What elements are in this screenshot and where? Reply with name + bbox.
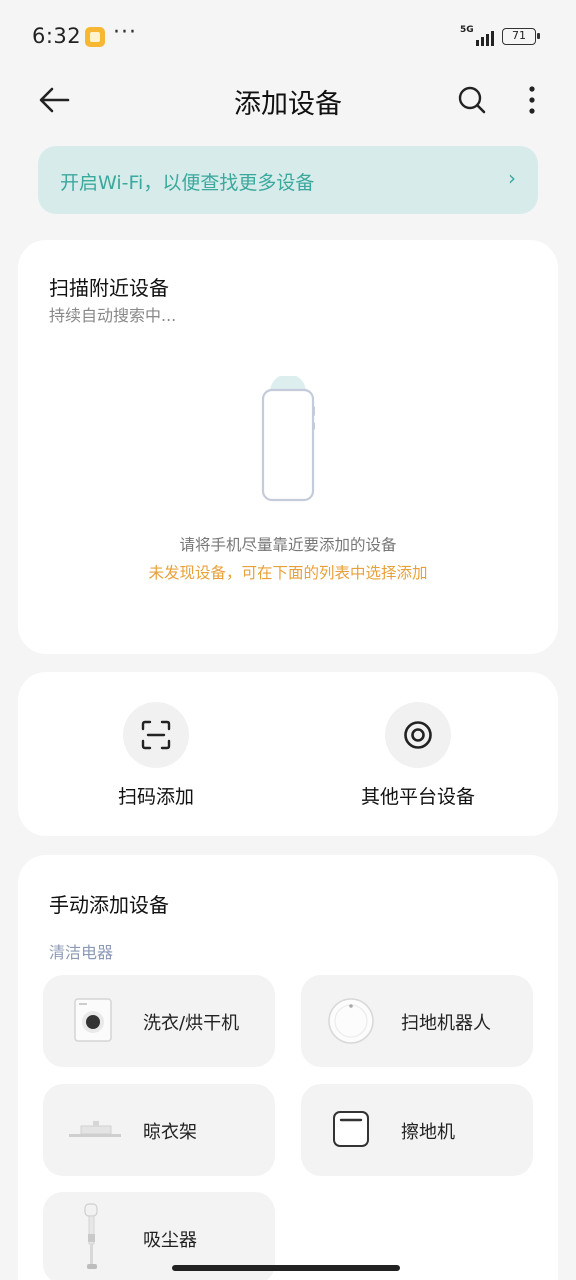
scan-code-add-button[interactable]: 扫码添加 (76, 702, 236, 812)
manual-add-title: 手动添加设备 (49, 893, 169, 917)
battery-icon: 71 (502, 28, 540, 45)
no-device-warning: 未发现设备，可在下面的列表中选择添加 (148, 564, 428, 582)
washing-machine-icon (67, 997, 119, 1045)
other-platform-devices-label: 其他平台设备 (360, 786, 475, 808)
scan-status: 持续自动搜索中... (49, 306, 177, 325)
enable-wifi-banner[interactable]: 开启Wi-Fi，以便查找更多设备 › (38, 146, 538, 214)
search-icon (458, 86, 486, 114)
device-tile-floor-scrubber[interactable]: 擦地机 (301, 1084, 533, 1176)
scan-code-add-label: 扫码添加 (117, 786, 194, 808)
notification-app-icon (85, 27, 105, 47)
scan-hint: 请将手机尽量靠近要添加的设备 (179, 536, 397, 554)
scan-nearby-card: 扫描附近设备 持续自动搜索中... 请将手机尽量靠近要添加的设备 未发现设备，可… (18, 240, 558, 654)
quick-actions-card: 扫码添加 其他平台设备 (18, 672, 558, 836)
battery-level: 71 (512, 29, 526, 42)
cellular-signal-icon: 5G (460, 25, 496, 46)
more-vertical-icon (529, 86, 535, 114)
scan-title: 扫描附近设备 (49, 276, 169, 300)
device-label: 晾衣架 (143, 1122, 197, 1143)
device-tile-clothes-rack[interactable]: 晾衣架 (43, 1084, 275, 1176)
device-tile-robot-vacuum[interactable]: 扫地机器人 (301, 975, 533, 1067)
more-options-button[interactable] (518, 82, 546, 118)
phone-illustration-icon (250, 374, 320, 506)
device-label: 洗衣/烘干机 (143, 1013, 240, 1034)
device-label: 擦地机 (401, 1122, 455, 1143)
chevron-right-icon: › (508, 166, 516, 190)
other-platform-icon (385, 702, 451, 768)
other-platform-devices-button[interactable]: 其他平台设备 (338, 702, 498, 812)
more-notifications-icon: ··· (113, 20, 137, 45)
wifi-banner-text: 开启Wi-Fi，以便查找更多设备 (60, 172, 315, 194)
status-time: 6:32 (32, 24, 82, 48)
robot-vacuum-icon (325, 997, 377, 1045)
status-bar: 6:32 ··· 5G 71 (0, 0, 576, 74)
search-button[interactable] (454, 82, 490, 118)
device-label: 扫地机器人 (401, 1013, 491, 1034)
category-cleaning-label: 清洁电器 (49, 943, 114, 962)
network-type-label: 5G (460, 25, 474, 35)
device-label: 吸尘器 (143, 1230, 197, 1251)
clothes-rack-icon (67, 1106, 121, 1154)
scan-code-icon (123, 702, 189, 768)
device-tile-washer-dryer[interactable]: 洗衣/烘干机 (43, 975, 275, 1067)
floor-scrubber-icon (325, 1106, 377, 1154)
vacuum-cleaner-icon (67, 1202, 119, 1272)
home-indicator[interactable] (172, 1265, 400, 1271)
manual-add-card: 手动添加设备 清洁电器 洗衣/烘干机 扫地机器人 晾衣架 擦地机 吸尘器 (18, 855, 558, 1280)
